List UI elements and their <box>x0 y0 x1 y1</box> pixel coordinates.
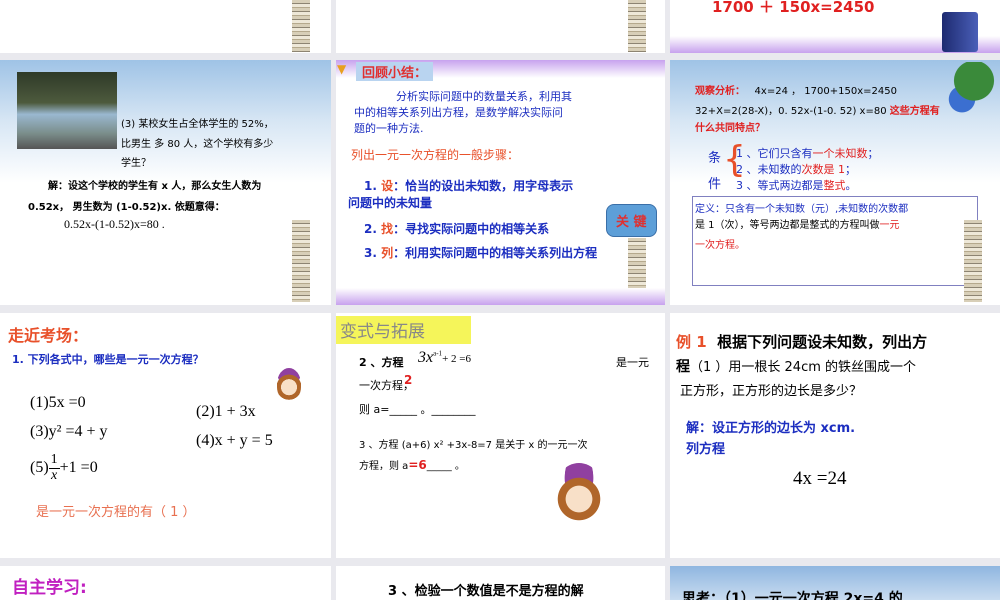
cartoon-girl-image <box>277 368 301 400</box>
slide-thumb-10[interactable]: 自主学习: <box>0 566 331 600</box>
slide-title: 自主学习: <box>12 578 87 598</box>
summary-line: 分析实际问题中的数量关系，利用其 <box>396 90 572 103</box>
question-3: 方程，则 a=6_____ 。 <box>359 458 465 472</box>
example-text: 程（1 ）用一根长 24cm 的铁丝围成一个 <box>676 359 917 375</box>
condition-1: 1 、它们只含有一个未知数； <box>736 147 879 160</box>
condition-2: 2 、未知数的次数是 1； <box>736 163 856 176</box>
solution-line: 0.52x， 男生数为 (1-0.52)x. 依题意得： <box>28 202 225 213</box>
question-line: (3) 某校女生占全体学生的 52%， <box>121 119 274 130</box>
cartoon-girl-image <box>554 463 604 523</box>
computer-image <box>942 12 978 52</box>
step-3: 3. 列：利用实际问题中的相等关系列出方程 <box>364 246 598 260</box>
slide-thumb-8[interactable]: 变式与拓展 2 、方程 3xa-1+ 2 =6 是一元 一次方程， 2 则 a=… <box>336 313 665 558</box>
question-line: 比男生 多 80 人，这个学校有多少 <box>121 139 274 150</box>
definition-line: 定义：只含有一个未知数（元）,未知数的次数都 <box>695 204 909 215</box>
school-photo <box>17 72 117 149</box>
slide-text: 3 、检验一个数值是不是方程的解 <box>388 584 584 599</box>
equation: 0.52x-(1-0.52)x=80 . <box>64 217 165 231</box>
example-title: 例 1 根据下列问题设未知数，列出方 <box>676 333 928 351</box>
slide-title: 变式与拓展 <box>336 316 471 344</box>
step-1: 1. 设：恰当的设出未知数，用字母表示 <box>364 179 574 193</box>
example-text: 正方形，正方形的边长是多少？ <box>680 384 863 399</box>
summary-line: 中的相等关系列出方程，是数学解决实际问 <box>354 106 563 119</box>
key-callout: 关 键 <box>606 204 657 237</box>
steps-title: 列出一元一次方程的一般步骤： <box>351 148 520 162</box>
books-image <box>964 220 982 302</box>
observe-line-1: 观察分析： 4x=24 ， 1700+150x=2450 <box>695 86 897 97</box>
books-image <box>628 0 646 52</box>
slide-thumb-1[interactable] <box>0 0 331 53</box>
expression-4: (4)x + y = 5 <box>196 432 273 449</box>
slide-thumb-3[interactable]: 1700 ＋ 150x=2450 <box>670 0 1000 53</box>
observe-line-2: 32+X=2(28-X)，0. 52x-(1-0. 52) x=80 这些方程有 <box>695 106 940 117</box>
slide-thumb-4[interactable]: (3) 某校女生占全体学生的 52%， 比男生 多 80 人，这个学校有多少 学… <box>0 60 331 305</box>
observe-line-3: 什么共同特点？ <box>695 123 765 134</box>
books-image <box>628 238 646 288</box>
question-2: 则 a=_____ 。________ <box>359 403 476 416</box>
cartoon-boy-image <box>938 62 998 124</box>
condition-label: 件 <box>708 177 722 192</box>
solution-line: 列方程 <box>686 442 726 457</box>
slide-thumb-5[interactable]: ▼ 回顾小结： 分析实际问题中的数量关系，利用其 中的相等关系列出方程，是数学解… <box>336 60 665 305</box>
definition-line: 是 1（次），等号两边都是整式的方程叫做一元 <box>695 220 900 231</box>
books-image <box>292 220 310 302</box>
equation-text: 1700 ＋ 150x=2450 <box>712 0 875 16</box>
question-2: 是一元 <box>616 356 649 369</box>
condition-3: 3 、等式两边都是整式。 <box>736 179 857 192</box>
equation: 4x =24 <box>793 468 847 489</box>
condition-label: 条 <box>708 151 722 166</box>
bulb-icon: ▼ <box>337 62 347 76</box>
expression-3: (3)y² =4 + y <box>30 423 108 440</box>
slide-thumb-7[interactable]: 走近考场： 1. 下列各式中，哪些是一元一次方程？ (1)5x =0 (2)1 … <box>0 313 331 558</box>
question-3: 3 、方程 (a+6) x² +3x-8=7 是关于 x 的一元一次 <box>359 440 588 451</box>
question-line: 学生？ <box>121 158 151 169</box>
expression-1: (1)5x =0 <box>30 394 86 411</box>
step-2: 2. 找：寻找实际问题中的相等关系 <box>364 222 550 236</box>
answer-2: 2 <box>404 373 413 387</box>
definition-line: 一次方程。 <box>695 240 745 251</box>
slide-title: 走近考场： <box>8 326 89 345</box>
slide-thumb-12[interactable]: 思考：（1）一元一次方程 2x=4 的 <box>670 566 1000 600</box>
slide-thumb-6[interactable]: 观察分析： 4x=24 ， 1700+150x=2450 32+X=2(28-X… <box>670 60 1000 305</box>
slide-text: 思考：（1）一元一次方程 2x=4 的 <box>682 591 903 600</box>
solution-line: 解：设这个学校的学生有 x 人，那么女生人数为 <box>48 181 262 192</box>
step-1-cont: 问题中的未知量 <box>348 196 433 210</box>
question-2-equation: 3xa-1+ 2 =6 <box>418 349 471 366</box>
summary-line: 题的一种方法. <box>354 122 424 135</box>
slide-thumb-11[interactable]: 3 、检验一个数值是不是方程的解 <box>336 566 665 600</box>
solution-line: 解：设正方形的边长为 xcm. <box>686 421 856 436</box>
expression-2: (2)1 + 3x <box>196 403 256 420</box>
slide-title: 回顾小结： <box>356 62 434 81</box>
slide-thumb-9[interactable]: 例 1 根据下列问题设未知数，列出方 程（1 ）用一根长 24cm 的铁丝围成一… <box>670 313 1000 558</box>
slide-thumb-2[interactable] <box>336 0 665 53</box>
expression-5: (5) 1x +1 =0 <box>30 452 98 483</box>
books-image <box>292 0 310 52</box>
answer: 是一元一次方程的有（ 1 ） <box>36 505 196 520</box>
question-2: 2 、方程 <box>359 356 404 369</box>
question: 1. 下列各式中，哪些是一元一次方程？ <box>12 353 204 366</box>
